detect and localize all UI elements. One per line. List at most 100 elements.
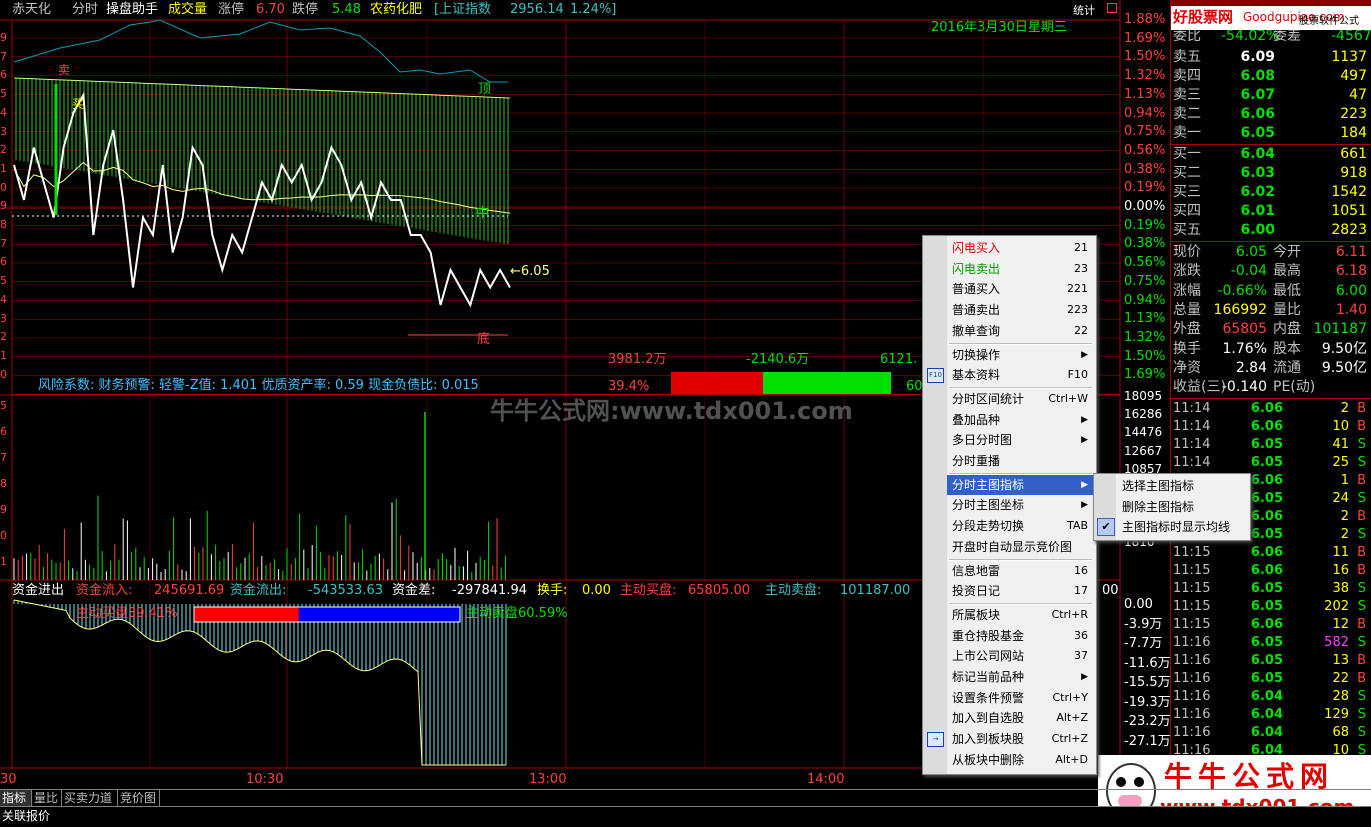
tick-row[interactable]: 11:15 6.05 38 S [1171,580,1371,598]
time-label-1300: 13:00 [529,772,567,787]
tick-row[interactable]: 11:16 6.04 28 S [1171,688,1371,706]
tick-time: 11:14 [1173,401,1211,416]
tick-row[interactable]: 11:15 6.06 11 B [1171,544,1371,562]
volume-left-tick: 5 [0,399,7,412]
order-level-label: 买四 [1173,203,1201,219]
menu-item[interactable]: 开盘时自动显示竞价图 [947,537,1094,557]
tick-row[interactable]: 11:14 6.06 2 B [1171,400,1371,418]
tick-row[interactable]: 11:14 6.06 10 B [1171,418,1371,436]
menu-item[interactable]: 加入到自选股 Alt+Z [947,708,1094,728]
menu-item-shortcut: 36 [1074,628,1088,642]
menu-item[interactable]: 设置条件预警 Ctrl+Y [947,688,1094,708]
submenu-arrow-icon: ▶ [1081,414,1088,425]
menu-item[interactable]: 分时主图指标 ▶ [947,474,1094,495]
tick-price: 6.05 [1250,671,1283,686]
menu-item[interactable]: 分时主图坐标 ▶ [947,495,1094,515]
sell-bar-label: 主动卖盘60.59% [466,606,568,621]
fund-right-tick: -7.7万 [1124,636,1163,651]
menu-item[interactable]: 叠加品种 ▶ [947,410,1094,430]
menu-item[interactable]: 投资日记 17 [947,581,1094,601]
volume-left-tick: 1 [0,555,7,568]
submenu-arrow-icon: ▶ [1081,479,1088,490]
center-watermark: 牛牛公式网:www.tdx001.com [490,397,853,425]
active-sell-label: 主动卖盘: [765,583,822,598]
order-level-label: 买五 [1173,222,1201,238]
bid-row[interactable]: 买二 6.03 918 [1171,164,1371,183]
menu-item[interactable]: 分时区间统计 Ctrl+W [947,389,1094,409]
bid-row[interactable]: 买四 6.01 1051 [1171,202,1371,221]
menu-item[interactable]: 撤单查询 22 [947,321,1094,341]
ask-row[interactable]: 卖二 6.06 223 [1171,105,1371,124]
bottom-tab[interactable]: 指标 [0,790,32,806]
right-tick: 1.13% [1124,86,1166,102]
bid-row[interactable]: 买一 6.04 661 [1171,145,1371,164]
menu-item[interactable]: 标记当前品种 ▶ [947,667,1094,687]
tick-row[interactable]: 11:16 6.05 22 B [1171,670,1371,688]
submenu-item[interactable]: 主图指标时显示均线 [1118,517,1248,537]
menu-item[interactable]: 闪电卖出 23 [947,259,1094,279]
menu-item[interactable]: 多日分时图 ▶ [947,430,1094,450]
tick-time: 11:15 [1173,545,1211,560]
menu-item[interactable]: 上市公司网站 37 [947,646,1094,666]
ask-row[interactable]: 卖四 6.08 497 [1171,67,1371,86]
volume-right-tick: 14476 [1124,425,1163,440]
tick-flag: B [1357,617,1366,632]
menu-item[interactable]: 重仓持股基金 36 [947,626,1094,646]
tick-row[interactable]: 11:16 6.04 68 S [1171,724,1371,742]
submenu-item[interactable]: 选择主图指标 [1118,476,1248,496]
tick-price: 6.06 [1250,419,1283,434]
bid-row[interactable]: 买五 6.00 2823 [1171,221,1371,240]
fund-right-tick: -11.6万 [1124,655,1171,671]
bottom-tab[interactable]: 买卖力道 [62,790,118,806]
stat-value: 1.40 [1335,301,1367,318]
menu-item-label: 分时区间统计 [952,391,1025,406]
menu-item[interactable]: 加入到板块股 Ctrl+Z [947,729,1094,749]
bottom-tab[interactable]: 量比 [32,790,62,806]
menu-item[interactable]: 切换操作 ▶ [947,345,1094,365]
menu-item[interactable]: 从板块中删除 Alt+D [947,750,1094,770]
order-price: 6.03 [1240,165,1275,181]
menu-item[interactable]: 所属板块 Ctrl+R [947,605,1094,625]
right-tick: 0.75% [1124,273,1166,289]
submenu-item-label: 删除主图指标 [1122,499,1195,514]
ask-row[interactable]: 卖五 6.09 1137 [1171,48,1371,67]
active-sell-bar [298,607,460,622]
tick-row[interactable]: 11:15 6.06 12 B [1171,616,1371,634]
bid-row[interactable]: 买三 6.02 1542 [1171,183,1371,202]
order-volume: 47 [1349,87,1367,103]
tick-row[interactable]: 11:14 6.05 41 S [1171,436,1371,454]
tick-row[interactable]: 11:15 6.05 202 S [1171,598,1371,616]
index-line [13,19,508,83]
tick-row[interactable]: 11:15 6.06 16 B [1171,562,1371,580]
stat-value: -0.66% [1217,282,1267,299]
ask-row[interactable]: 卖一 6.05 184 [1171,124,1371,143]
menu-item-label: 加入到自选股 [952,711,1025,726]
turnover-label: 换手: [537,583,568,598]
menu-item-shortcut: 21 [1074,241,1088,254]
menu-item[interactable]: 分段走势切换 TAB [947,516,1094,536]
tick-row[interactable]: 11:16 6.05 582 S [1171,634,1371,652]
tick-time: 11:14 [1173,419,1211,434]
menu-item[interactable]: 分时重播 [947,451,1094,471]
tick-row[interactable]: 11:16 6.05 13 B [1171,652,1371,670]
tick-row[interactable]: 11:16 6.04 129 S [1171,706,1371,724]
order-volume: 1137 [1331,49,1367,65]
submenu-item[interactable]: 删除主图指标 [1118,497,1248,517]
tick-row[interactable]: 11:14 6.05 25 S [1171,454,1371,472]
menu-item[interactable]: 普通买入 221 [947,279,1094,299]
tick-time: 11:16 [1173,707,1211,722]
site-watermark: 好股票网 Goodgupiao.com 股票软件公式 [1171,6,1371,30]
menu-item[interactable]: 信息地雷 16 [947,561,1094,581]
menu-item[interactable]: 闪电买入 21 [947,238,1094,258]
ask-row[interactable]: 卖三 6.07 47 [1171,86,1371,105]
menu-item[interactable]: 普通卖出 223 [947,300,1094,320]
menu-item-label: 普通买入 [952,282,1001,297]
tick-volume: 1 [1340,473,1349,488]
right-tick: 0.56% [1124,255,1166,271]
stat-value: 1.76% [1222,340,1267,357]
left-tick: 3 [0,311,7,325]
tick-flag: B [1357,671,1366,686]
menu-item[interactable]: 基本资料 F10 [947,365,1094,385]
bottom-tab[interactable]: 竞价图 [118,790,160,806]
tick-time: 11:16 [1173,653,1211,668]
